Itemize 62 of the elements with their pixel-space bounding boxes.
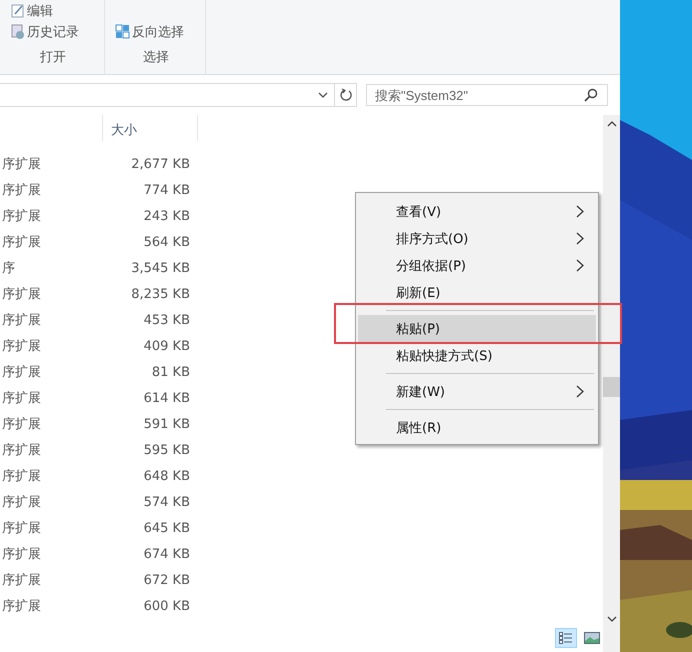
- group-label: 选择: [142, 49, 170, 67]
- thumbnail-icon: [584, 632, 600, 644]
- menu-item[interactable]: 排序方式(O): [358, 225, 596, 252]
- history-icon: [10, 24, 25, 39]
- table-cell-text: 序扩展: [1, 494, 42, 511]
- ribbon-button[interactable]: 编辑: [10, 2, 96, 19]
- scroll-thumb[interactable]: [603, 377, 620, 397]
- grid-icon: [115, 24, 130, 39]
- view-button[interactable]: [555, 628, 577, 648]
- table-cell-text: 序扩展: [1, 156, 42, 173]
- search-icon: [584, 88, 598, 102]
- menu-item[interactable]: 新建(W): [358, 378, 596, 405]
- table-cell-text: 8,235 KB: [130, 286, 190, 302]
- pencil-icon: [10, 3, 25, 18]
- menu-item[interactable]: 分组依据(P): [358, 252, 596, 279]
- menu-item[interactable]: 刷新(E): [358, 279, 596, 306]
- ribbon-button[interactable]: 历史记录: [10, 23, 96, 40]
- table-cell-text: 序扩展: [1, 182, 42, 199]
- table-cell-text: 序扩展: [1, 390, 42, 407]
- group-label: 打开: [39, 49, 67, 67]
- table-cell-text: 81 KB: [150, 364, 190, 380]
- table-cell-text: 591 KB: [142, 416, 190, 432]
- table-cell-text: 3,545 KB: [130, 260, 190, 276]
- search-field[interactable]: 搜索"System32": [366, 84, 608, 106]
- table-cell-text: 序扩展: [1, 468, 42, 485]
- table-cell-text: 2,677 KB: [130, 156, 190, 172]
- refresh-icon: [338, 88, 352, 102]
- table-cell-text: 序: [1, 260, 16, 277]
- table-cell-text: 序扩展: [1, 598, 42, 615]
- menu-item[interactable]: 粘贴快捷方式(S): [358, 342, 596, 369]
- table-cell-text: 774 KB: [142, 182, 190, 198]
- ribbon-button[interactable]: 反向选择: [115, 23, 197, 40]
- menu-item[interactable]: 粘贴(P): [358, 315, 596, 342]
- table-cell-text: 序扩展: [1, 572, 42, 589]
- table-cell-text: 453 KB: [142, 312, 190, 328]
- table-cell-text: 序扩展: [1, 338, 42, 355]
- table-cell-text: 243 KB: [142, 208, 190, 224]
- table-cell-text: 序扩展: [1, 520, 42, 537]
- table-cell-text: 序扩展: [1, 364, 42, 381]
- table-cell-text: 409 KB: [142, 338, 190, 354]
- table-cell-text: 614 KB: [142, 390, 190, 406]
- chevron-icon: [318, 92, 328, 98]
- table-cell-text: 序扩展: [1, 442, 42, 459]
- table-cell-text: 序扩展: [1, 546, 42, 563]
- details-icon: [559, 632, 573, 644]
- table-cell-text: 序扩展: [1, 286, 42, 303]
- table-cell-text: 595 KB: [142, 442, 190, 458]
- table-cell-text: 序扩展: [1, 312, 42, 329]
- menu-item[interactable]: 查看(V): [358, 198, 596, 225]
- scrollbar[interactable]: [603, 115, 620, 652]
- table-cell-text: 648 KB: [142, 468, 190, 484]
- table-cell-text: 564 KB: [142, 234, 190, 250]
- table-cell-text: 序扩展: [1, 416, 42, 433]
- table-cell-text: 674 KB: [142, 546, 190, 562]
- table-cell-text: 600 KB: [142, 598, 190, 614]
- table-cell-text: 序扩展: [1, 234, 42, 251]
- table-cell-text: 574 KB: [142, 494, 190, 510]
- table-cell-text: 672 KB: [142, 572, 190, 588]
- table-cell-text: 645 KB: [142, 520, 190, 536]
- menu-item[interactable]: 属性(R): [358, 414, 596, 441]
- table-cell-text: 序扩展: [1, 208, 42, 225]
- column-header[interactable]: 大小: [102, 115, 198, 141]
